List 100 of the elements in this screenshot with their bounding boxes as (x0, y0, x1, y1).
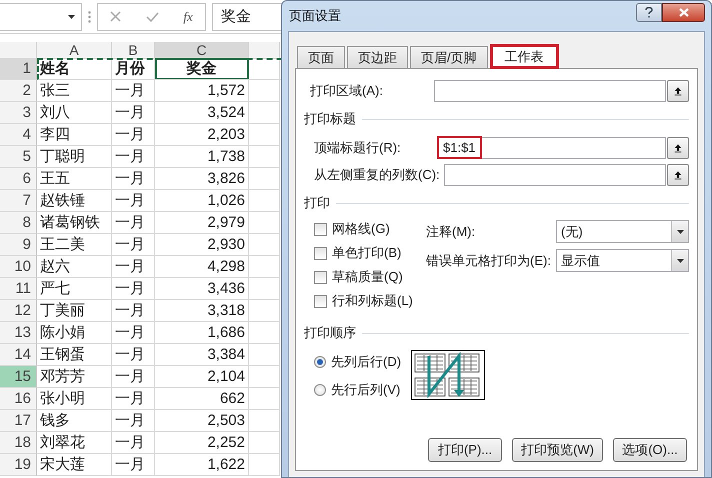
row-header[interactable]: 12 (0, 300, 37, 322)
dialog-button[interactable]: 打印预览(W) (512, 438, 603, 462)
table-cell: 一月 (112, 190, 155, 212)
section-heading: 打印顺序 (304, 324, 356, 342)
column-header[interactable]: C (155, 42, 249, 59)
row-header[interactable]: 11 (0, 278, 37, 300)
input-field[interactable] (434, 80, 666, 102)
dialog-button[interactable]: 选项(O)... (613, 438, 687, 462)
table-cell: 2,503 (155, 410, 249, 432)
cancel-icon[interactable] (110, 11, 122, 22)
row-header[interactable]: 16 (0, 388, 37, 410)
range-picker-button[interactable] (667, 136, 689, 158)
table-cell: 3,826 (155, 168, 249, 190)
table-cell: 王五 (37, 168, 112, 190)
checkbox-label[interactable]: 网格线(G) (332, 220, 390, 238)
dropdown[interactable]: 显示值 (556, 249, 689, 272)
table-cell (249, 300, 280, 322)
table-cell (249, 366, 280, 388)
row-header[interactable]: 14 (0, 344, 37, 366)
name-box[interactable] (0, 2, 82, 30)
range-picker-button[interactable] (667, 80, 689, 102)
row-header[interactable]: 13 (0, 322, 37, 344)
radio-label[interactable]: 先列后行(D) (331, 352, 402, 370)
checkbox[interactable] (314, 270, 327, 284)
row-header[interactable]: 1 (0, 58, 37, 80)
row-header[interactable]: 8 (0, 212, 37, 234)
table-cell: 王二美 (37, 234, 112, 256)
tab[interactable]: 页眉/页脚 (410, 46, 488, 68)
row-header[interactable]: 4 (0, 124, 37, 146)
radio-label[interactable]: 先行后列(V) (331, 380, 400, 398)
checkbox[interactable] (314, 246, 327, 260)
table-cell: 张三 (37, 80, 112, 102)
dropdown-caret-icon (676, 258, 684, 262)
close-button[interactable] (662, 2, 705, 22)
row-header[interactable]: 9 (0, 234, 37, 256)
confirm-icon[interactable] (146, 12, 159, 22)
input-field[interactable]: $1:$1 (438, 136, 666, 158)
table-cell (249, 344, 280, 366)
table-cell: 1,622 (155, 454, 249, 476)
row-header[interactable]: 15 (0, 366, 37, 388)
checkbox-label[interactable]: 草稿质量(Q) (332, 268, 403, 286)
dropdown[interactable]: (无) (556, 220, 689, 243)
row-header[interactable]: 3 (0, 102, 37, 124)
table-cell (249, 410, 280, 432)
tab[interactable]: 页边距 (347, 46, 408, 68)
row-header[interactable]: 7 (0, 190, 37, 212)
table-cell: 一月 (112, 366, 155, 388)
table-cell (249, 212, 280, 234)
row-header[interactable]: 18 (0, 432, 37, 454)
table-cell: 2,104 (155, 366, 249, 388)
table-cell: 张小明 (37, 388, 112, 410)
column-header[interactable]: A (37, 42, 112, 59)
table-cell: 一月 (112, 454, 155, 476)
table-cell: 陈小娟 (37, 322, 112, 344)
help-button[interactable] (636, 2, 662, 22)
table-cell: 钱多 (37, 410, 112, 432)
table-cell: 一月 (112, 410, 155, 432)
table-cell: 一月 (112, 234, 155, 256)
table-cell: 王钢蛋 (37, 344, 112, 366)
section-heading: 打印标题 (304, 110, 356, 128)
radio-button[interactable] (314, 356, 326, 368)
table-cell: 3,384 (155, 344, 249, 366)
table-cell: 奖金 (155, 58, 249, 80)
column-header[interactable] (249, 42, 280, 59)
field-label: 顶端标题行(R): (314, 138, 402, 156)
field-label: 错误单元格打印为(E): (426, 252, 552, 270)
table-cell: 一月 (112, 432, 155, 454)
table-cell (249, 234, 280, 256)
table-cell: 一月 (112, 168, 155, 190)
table-cell (249, 124, 280, 146)
row-header[interactable]: 19 (0, 454, 37, 476)
section-heading: 打印 (304, 194, 330, 212)
row-header[interactable]: 6 (0, 168, 37, 190)
row-header[interactable]: 10 (0, 256, 37, 278)
column-header[interactable]: B (112, 42, 155, 59)
tab[interactable]: 页面 (297, 46, 345, 68)
upload-arrow-icon (674, 168, 682, 180)
tab[interactable]: 工作表 (490, 44, 559, 69)
dropdown-caret-icon (68, 14, 75, 18)
table-cell (249, 432, 280, 454)
checkbox[interactable] (314, 222, 327, 236)
checkbox[interactable] (314, 294, 327, 308)
field-label: 打印区域(A): (310, 82, 384, 100)
row-header[interactable]: 2 (0, 80, 37, 102)
table-cell (249, 256, 280, 278)
range-picker-button[interactable] (667, 164, 689, 186)
dialog-button[interactable]: 打印(P)... (428, 438, 502, 462)
table-cell: 刘八 (37, 102, 112, 124)
row-header[interactable]: 5 (0, 146, 37, 168)
insert-function-button[interactable]: fx (183, 8, 193, 24)
radio-button[interactable] (314, 384, 326, 396)
checkbox-label[interactable]: 单色打印(B) (332, 244, 402, 262)
table-cell: 赵六 (37, 256, 112, 278)
table-cell (249, 388, 280, 410)
table-cell: 一月 (112, 212, 155, 234)
checkbox-label[interactable]: 行和列标题(L) (332, 292, 413, 310)
row-header[interactable]: 17 (0, 410, 37, 432)
window-title: 页面设置 (289, 7, 342, 25)
table-cell (249, 80, 280, 102)
input-field[interactable] (444, 164, 666, 186)
